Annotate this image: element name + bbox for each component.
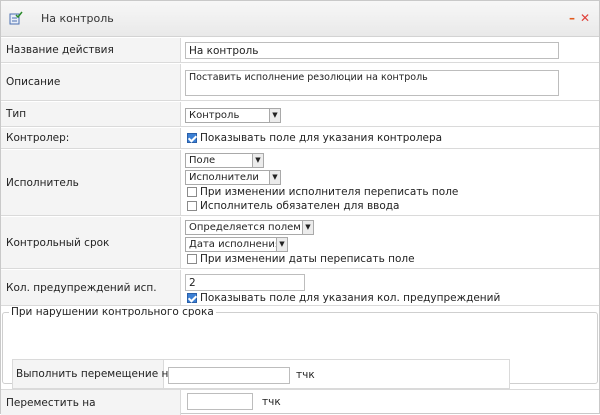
violation-unit-label: тчк xyxy=(296,369,315,381)
row-description: Описание Поставить исполнение резолюции … xyxy=(1,64,599,101)
checklist-icon xyxy=(9,11,23,25)
row-action-name: Название действия xyxy=(1,38,599,63)
chevron-down-icon: ▼ xyxy=(302,221,313,234)
violation-move-label: Выполнить перемещение на xyxy=(16,368,175,380)
warnings-label: Кол. предупреждений исп. xyxy=(6,281,157,294)
executor-source-value: Поле xyxy=(189,155,216,166)
row-move: Переместить на тчк xyxy=(1,389,599,415)
checkbox-unchecked-icon xyxy=(187,201,197,211)
deadline-label: Контрольный срок xyxy=(6,236,110,249)
controller-checkbox[interactable]: Показывать поле для указания контролера xyxy=(187,132,442,144)
chevron-down-icon: ▼ xyxy=(269,171,280,184)
executor-field-value: Исполнители xyxy=(189,172,259,183)
warnings-show-checkbox[interactable]: Показывать поле для указания кол. предуп… xyxy=(187,292,500,304)
executor-rewrite-checkbox[interactable]: При изменении исполнителя переписать пол… xyxy=(187,186,458,198)
move-label: Переместить на xyxy=(6,396,96,409)
checkbox-checked-icon xyxy=(187,133,197,143)
move-unit-label: тчк xyxy=(262,396,281,408)
executor-required-label: Исполнитель обязателен для ввода xyxy=(200,200,400,212)
title-bar: На контроль – ✕ xyxy=(1,1,599,37)
violation-move-input[interactable] xyxy=(168,367,290,384)
executor-source-select[interactable]: Поле ▼ xyxy=(185,153,264,168)
violation-move-row: Выполнить перемещение на тчк xyxy=(12,359,510,389)
warnings-show-label: Показывать поле для указания кол. предуп… xyxy=(200,292,501,304)
deadline-rewrite-checkbox[interactable]: При изменении даты переписать поле xyxy=(187,253,415,265)
deadline-source-value: Определяется полем xyxy=(189,222,301,233)
move-input[interactable] xyxy=(187,393,253,410)
action-name-label: Название действия xyxy=(6,44,114,56)
chevron-down-icon: ▼ xyxy=(252,154,263,167)
row-deadline: Контрольный срок Определяется полем ▼ Да… xyxy=(1,217,599,269)
deadline-source-select[interactable]: Определяется полем ▼ xyxy=(185,220,314,235)
chevron-down-icon: ▼ xyxy=(276,238,287,251)
deadline-rewrite-label: При изменении даты переписать поле xyxy=(200,253,415,265)
row-warnings: Кол. предупреждений исп. Показывать поле… xyxy=(1,270,599,306)
executor-label: Исполнитель xyxy=(6,176,79,189)
executor-required-checkbox[interactable]: Исполнитель обязателен для ввода xyxy=(187,200,399,212)
type-select[interactable]: Контроль ▼ xyxy=(185,108,281,123)
description-textarea[interactable]: Поставить исполнение резолюции на контро… xyxy=(185,70,559,96)
row-controller: Контролер: Показывать поле для указания … xyxy=(1,128,599,149)
checkbox-checked-icon xyxy=(187,293,197,303)
chevron-down-icon: ▼ xyxy=(269,109,280,122)
minimize-button[interactable]: – xyxy=(566,12,578,24)
type-select-value: Контроль xyxy=(189,110,240,121)
violation-legend: При нарушении контрольного срока xyxy=(11,306,214,318)
warnings-count-input[interactable] xyxy=(185,274,305,291)
action-name-input[interactable] xyxy=(185,42,559,59)
deadline-field-select[interactable]: Дата исполнения ▼ xyxy=(185,237,288,252)
description-label: Описание xyxy=(6,76,61,88)
violation-fieldset: При нарушении контрольного срока Выполни… xyxy=(2,306,598,389)
row-executor: Исполнитель Поле ▼ Исполнители ▼ При изм… xyxy=(1,150,599,216)
dialog-window: На контроль – ✕ Название действия Описан… xyxy=(0,0,600,415)
window-title: На контроль xyxy=(41,12,114,25)
deadline-field-value: Дата исполнения xyxy=(189,239,281,250)
type-label: Тип xyxy=(6,108,27,120)
row-type: Тип Контроль ▼ xyxy=(1,102,599,127)
executor-rewrite-label: При изменении исполнителя переписать пол… xyxy=(200,186,459,198)
checkbox-unchecked-icon xyxy=(187,187,197,197)
executor-field-select[interactable]: Исполнители ▼ xyxy=(185,170,281,185)
controller-checkbox-label: Показывать поле для указания контролера xyxy=(200,132,443,144)
close-button[interactable]: ✕ xyxy=(579,12,591,24)
controller-label: Контролер: xyxy=(6,132,70,144)
checkbox-unchecked-icon xyxy=(187,254,197,264)
